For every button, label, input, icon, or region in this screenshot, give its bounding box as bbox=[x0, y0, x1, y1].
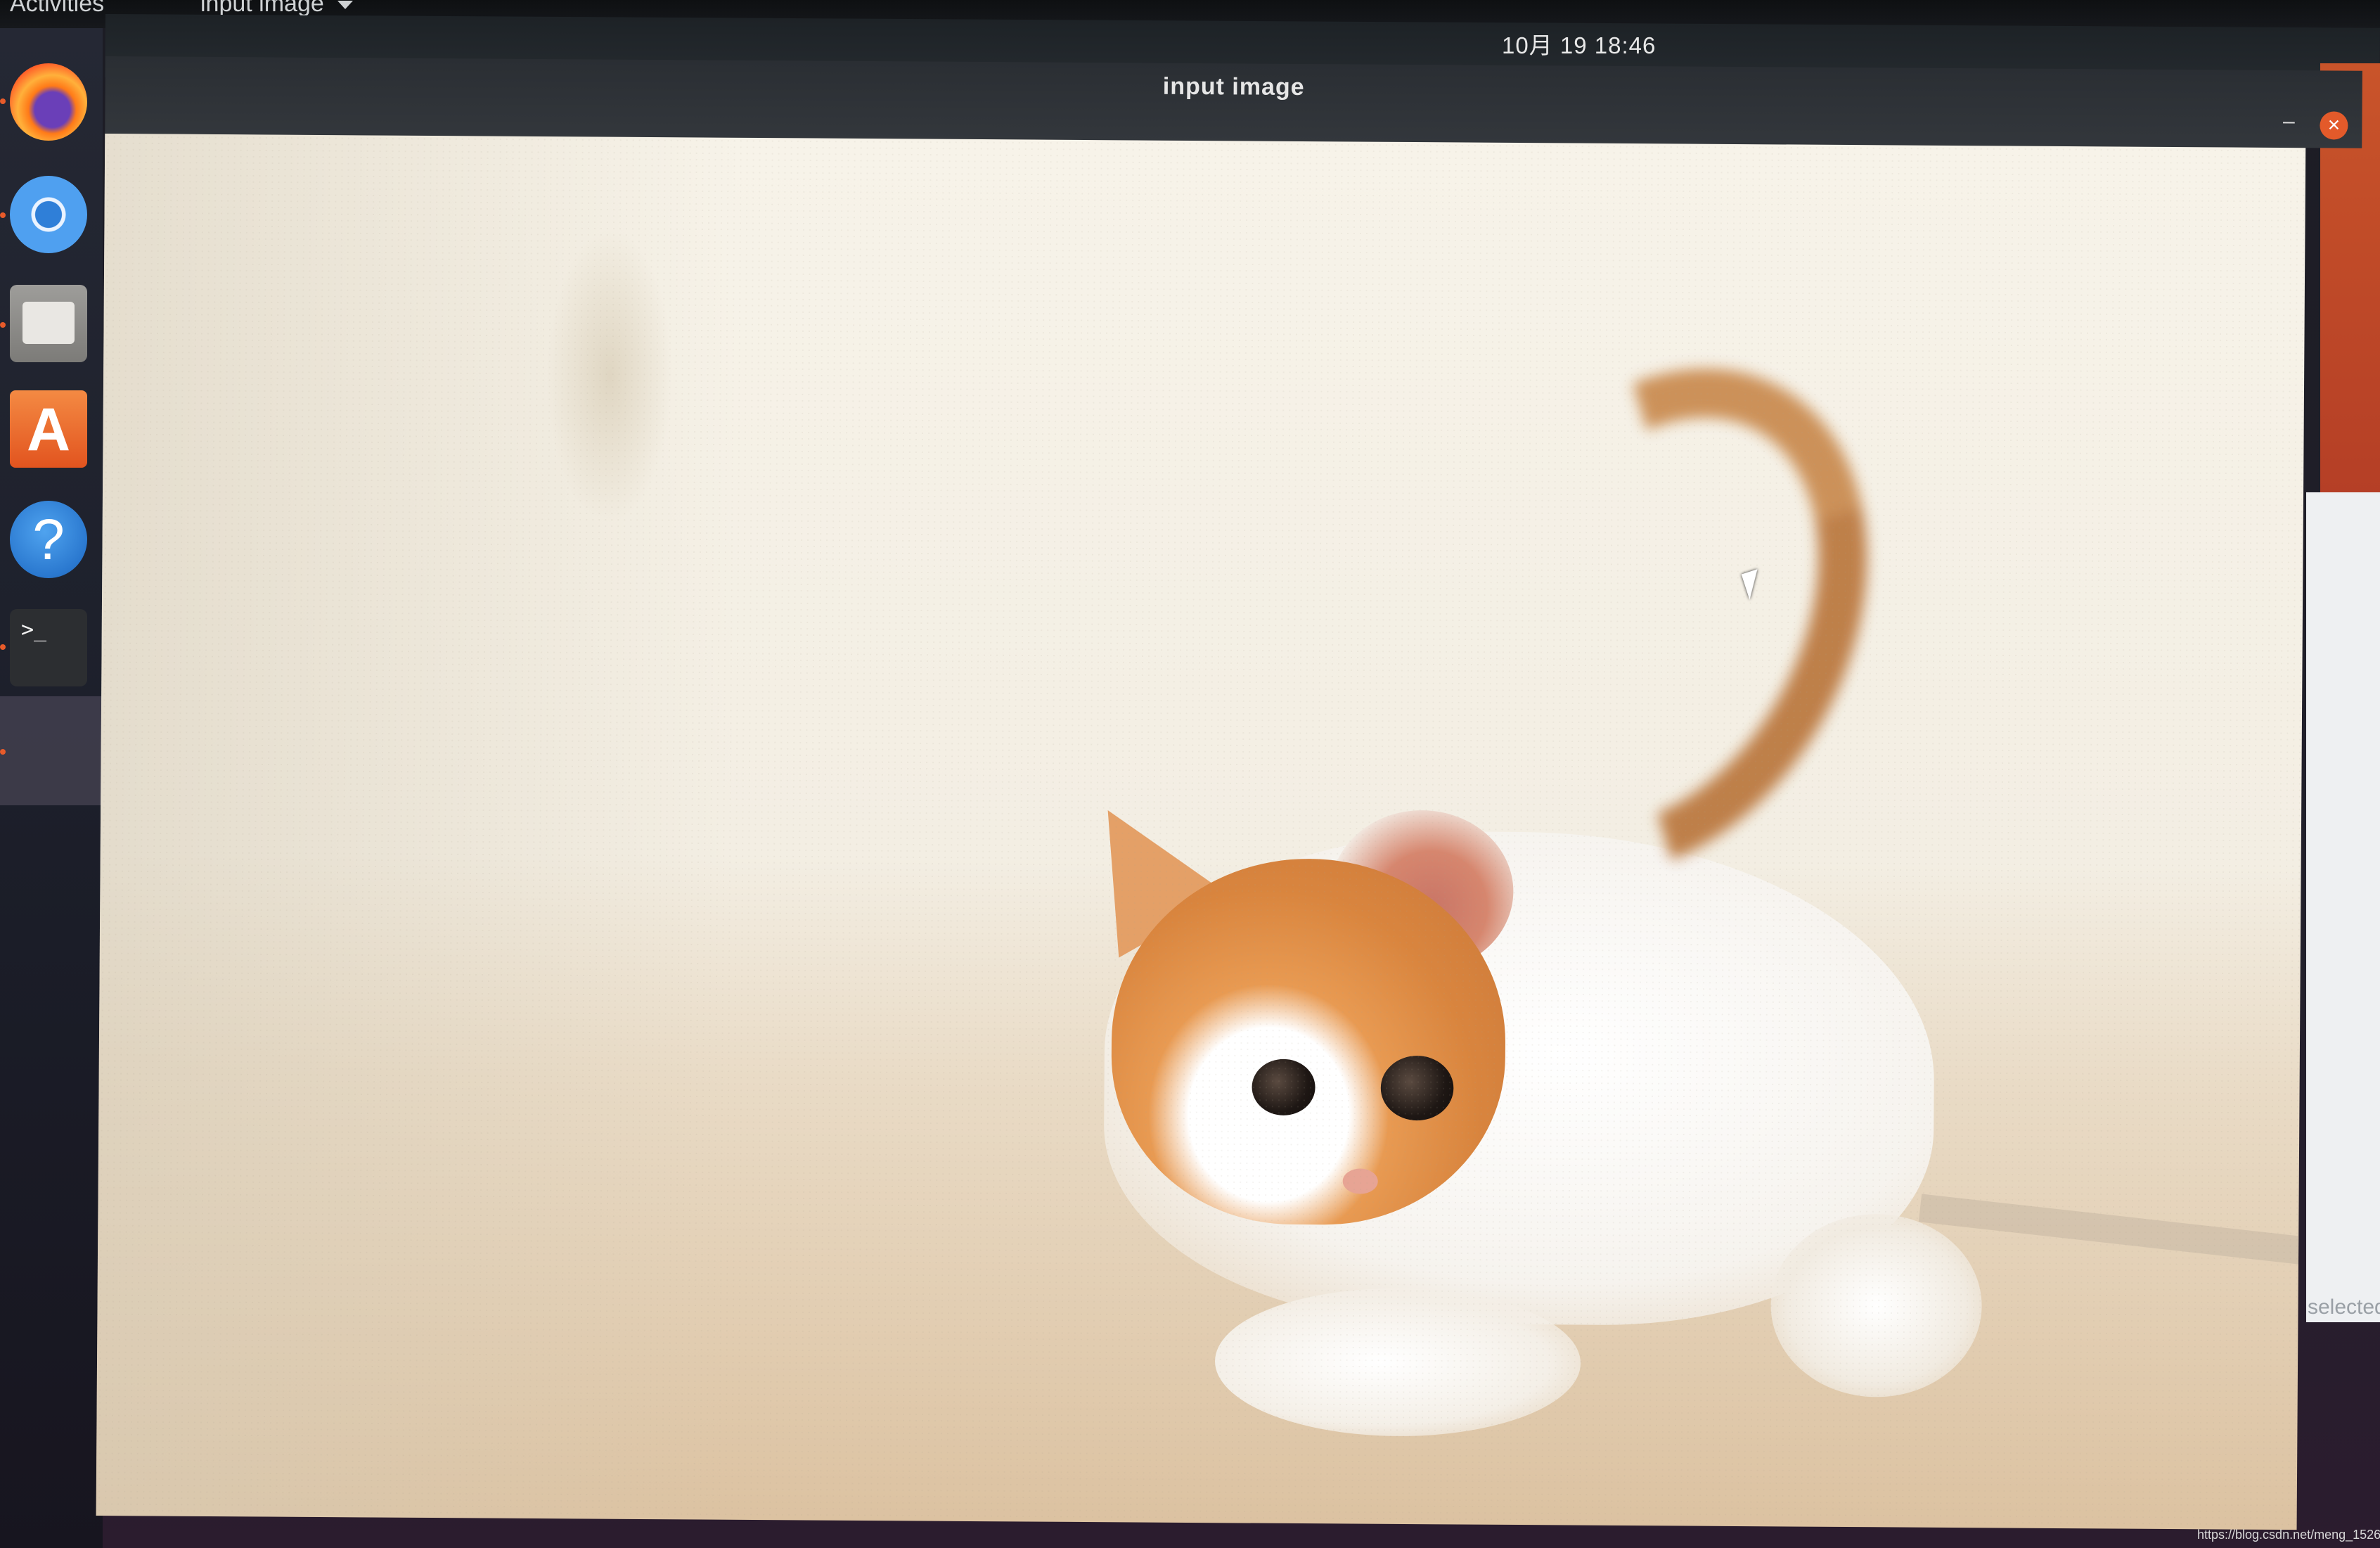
dock: A ? >_ bbox=[0, 28, 103, 1548]
terminal-icon[interactable]: >_ bbox=[10, 609, 87, 686]
chromium-icon[interactable] bbox=[10, 176, 87, 253]
activities-button[interactable]: Activities bbox=[10, 0, 104, 18]
image-window: input image – × bbox=[96, 56, 2362, 1530]
dock-active-app-slot[interactable] bbox=[0, 696, 103, 805]
chevron-down-icon bbox=[337, 1, 354, 10]
running-indicator bbox=[0, 749, 6, 755]
firefox-icon[interactable] bbox=[10, 63, 87, 141]
minimize-button[interactable]: – bbox=[2275, 110, 2303, 139]
image-canvas[interactable] bbox=[96, 133, 2306, 1530]
clock[interactable]: 10月 19 18:46 bbox=[1502, 27, 1656, 60]
software-center-icon[interactable]: A bbox=[10, 390, 87, 468]
running-indicator bbox=[0, 322, 6, 328]
watermark: https://blog.csdn.net/meng_152634 bbox=[2197, 1528, 2380, 1542]
terminal-prompt-glyph: >_ bbox=[21, 618, 47, 642]
running-indicator bbox=[0, 644, 6, 650]
window-title: input image bbox=[1162, 72, 1305, 101]
close-button[interactable]: × bbox=[2320, 111, 2348, 140]
help-icon[interactable]: ? bbox=[10, 501, 87, 578]
running-indicator bbox=[0, 98, 6, 104]
folder-icon bbox=[22, 302, 75, 344]
screen-moire-texture bbox=[96, 133, 2306, 1530]
files-icon[interactable] bbox=[10, 285, 87, 362]
running-indicator bbox=[0, 212, 6, 218]
window-titlebar[interactable]: input image – × bbox=[105, 56, 2362, 148]
desktop-screen: Activities input image 10月 19 18:46 A ? … bbox=[0, 0, 2380, 1548]
